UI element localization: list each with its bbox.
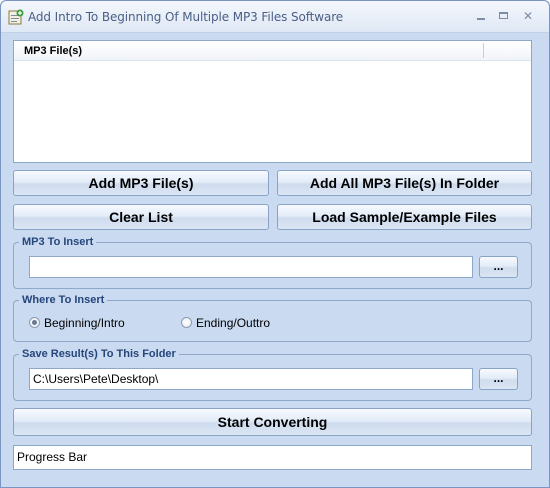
column-divider[interactable] — [483, 43, 484, 58]
mp3-to-insert-legend: MP3 To Insert — [19, 235, 97, 249]
radio-unchecked-icon — [181, 317, 192, 328]
browse-folder-button[interactable]: ... — [479, 368, 518, 390]
where-to-insert-legend: Where To Insert — [19, 293, 108, 307]
title-bar[interactable]: Add Intro To Beginning Of Multiple MP3 F… — [1, 1, 549, 33]
list-header: MP3 File(s) — [14, 41, 531, 61]
window-title: Add Intro To Beginning Of Multiple MP3 F… — [28, 10, 344, 24]
load-sample-button[interactable]: Load Sample/Example Files — [277, 204, 532, 230]
column-header-mp3-files[interactable]: MP3 File(s) — [24, 45, 82, 57]
add-mp3-files-button[interactable]: Add MP3 File(s) — [13, 170, 269, 196]
progress-bar: Progress Bar — [13, 445, 532, 470]
maximize-button[interactable] — [494, 8, 514, 24]
mp3-file-list[interactable]: MP3 File(s) — [13, 40, 532, 163]
app-window: Add Intro To Beginning Of Multiple MP3 F… — [0, 0, 550, 488]
mp3-to-insert-group: MP3 To Insert ... — [13, 235, 532, 289]
save-folder-input[interactable]: C:\Users\Pete\Desktop\ — [29, 368, 473, 390]
radio-label-ending: Ending/Outtro — [196, 316, 271, 330]
radio-label-beginning: Beginning/Intro — [44, 316, 125, 330]
save-folder-group: Save Result(s) To This Folder C:\Users\P… — [13, 347, 532, 401]
app-icon — [8, 9, 24, 25]
radio-checked-icon — [29, 317, 40, 328]
maximize-icon — [499, 12, 508, 19]
close-button[interactable]: ✕ — [518, 8, 538, 24]
save-folder-legend: Save Result(s) To This Folder — [19, 347, 179, 361]
browse-mp3-button[interactable]: ... — [479, 256, 518, 278]
minimize-icon — [477, 18, 485, 20]
start-converting-button[interactable]: Start Converting — [13, 408, 532, 436]
where-to-insert-group: Where To Insert Beginning/Intro Ending/O… — [13, 293, 532, 342]
add-folder-button[interactable]: Add All MP3 File(s) In Folder — [277, 170, 532, 196]
minimize-button[interactable] — [471, 8, 491, 24]
close-icon: ✕ — [522, 9, 534, 23]
mp3-to-insert-input[interactable] — [29, 256, 473, 278]
clear-list-button[interactable]: Clear List — [13, 204, 269, 230]
